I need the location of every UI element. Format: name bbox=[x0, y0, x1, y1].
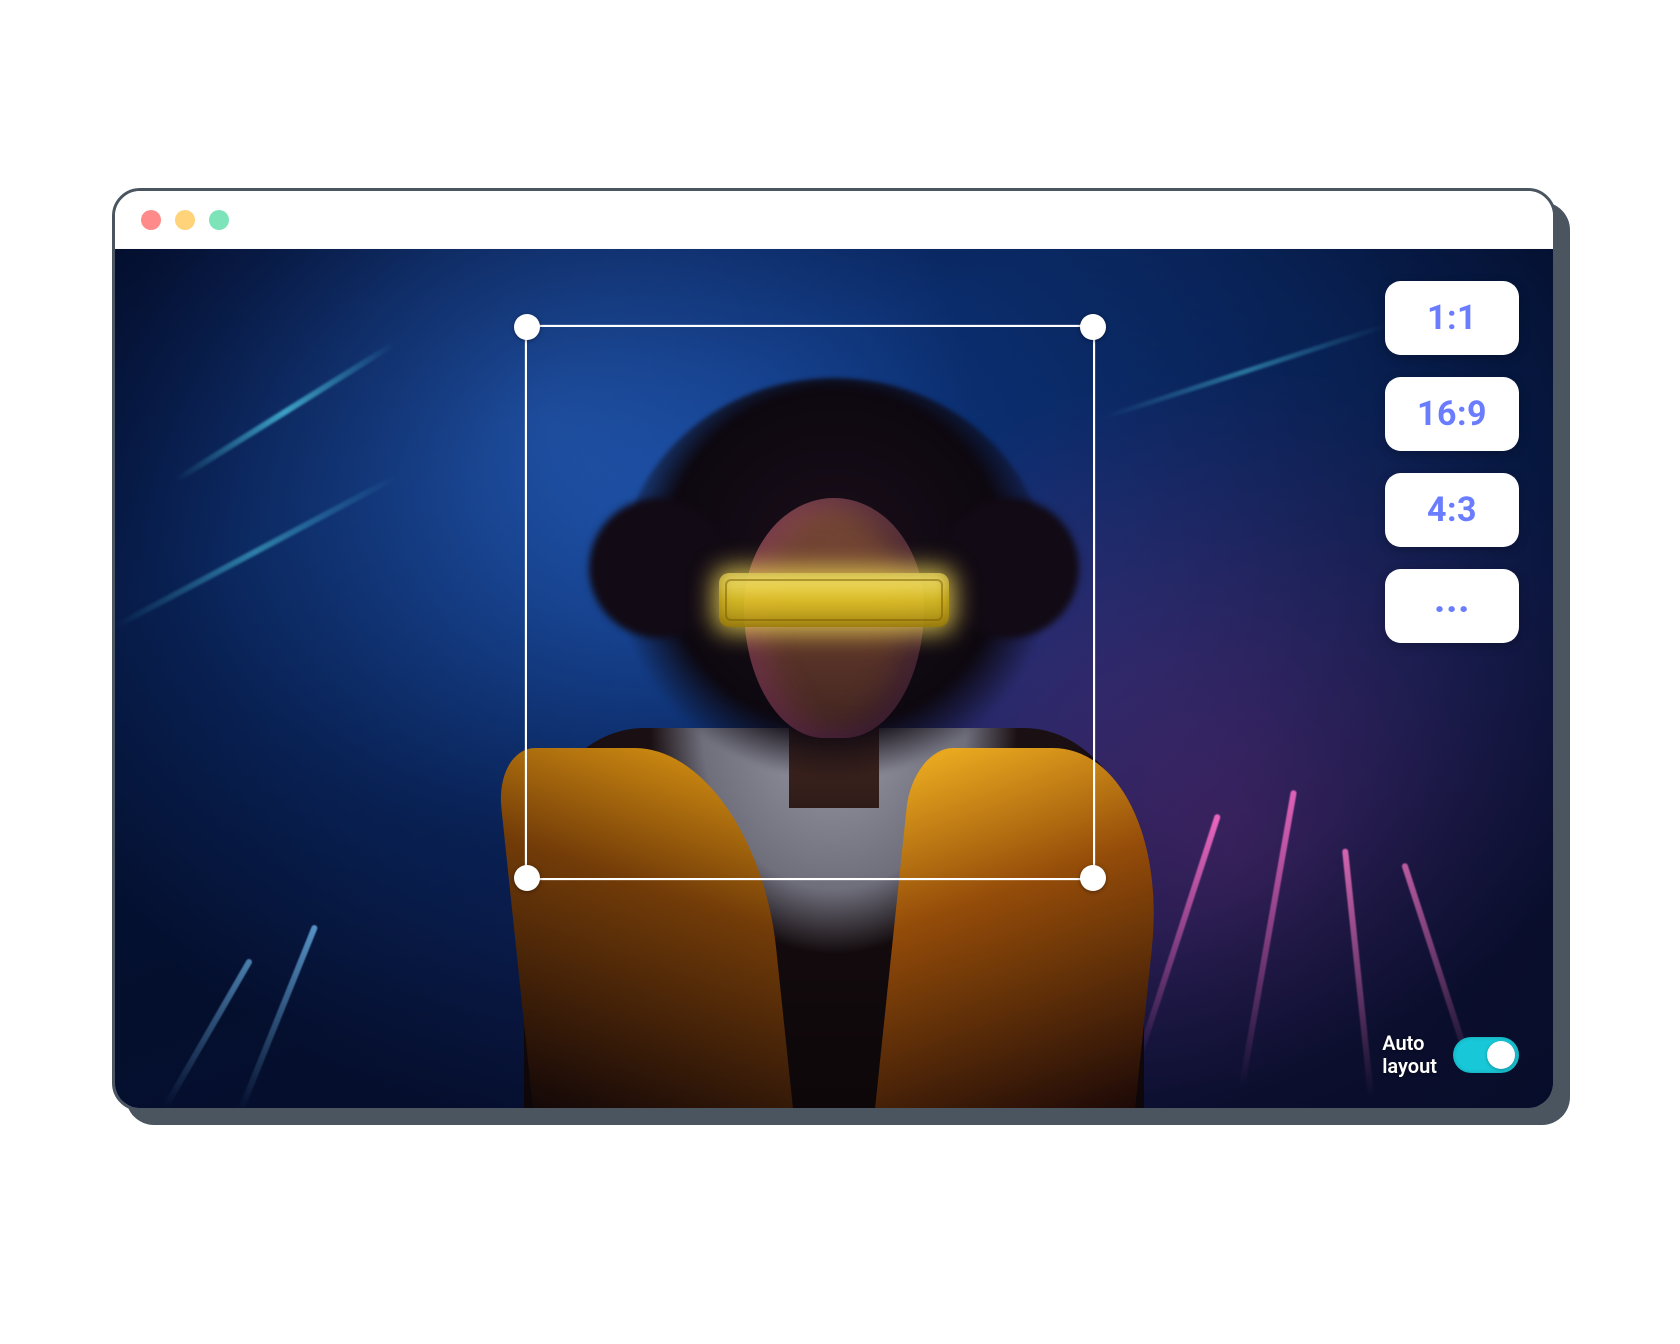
window-minimize-button[interactable] bbox=[175, 210, 195, 230]
decor-streak bbox=[173, 341, 397, 484]
window-zoom-button[interactable] bbox=[209, 210, 229, 230]
image-canvas[interactable]: 1:1 16:9 4:3 ... Auto layout bbox=[115, 249, 1553, 1108]
aspect-ratio-1-1[interactable]: 1:1 bbox=[1385, 281, 1519, 355]
crop-handle-bottom-right[interactable] bbox=[1080, 865, 1106, 891]
aspect-ratio-16-9[interactable]: 16:9 bbox=[1385, 377, 1519, 451]
window-close-button[interactable] bbox=[141, 210, 161, 230]
auto-layout-label: Auto layout bbox=[1382, 1032, 1437, 1078]
aspect-ratio-panel: 1:1 16:9 4:3 ... bbox=[1385, 281, 1519, 643]
decor-spike bbox=[163, 958, 253, 1108]
app-window: 1:1 16:9 4:3 ... Auto layout bbox=[112, 188, 1556, 1111]
crop-frame[interactable] bbox=[525, 325, 1095, 880]
crop-handle-top-right[interactable] bbox=[1080, 314, 1106, 340]
aspect-ratio-4-3[interactable]: 4:3 bbox=[1385, 473, 1519, 547]
decor-spike bbox=[238, 924, 318, 1108]
window-titlebar bbox=[115, 191, 1553, 249]
aspect-ratio-more[interactable]: ... bbox=[1385, 569, 1519, 643]
auto-layout-toggle[interactable] bbox=[1453, 1037, 1519, 1073]
decor-spike bbox=[1342, 848, 1374, 1097]
crop-handle-top-left[interactable] bbox=[514, 314, 540, 340]
decor-streak bbox=[115, 474, 398, 630]
toggle-knob bbox=[1487, 1041, 1515, 1069]
crop-handle-bottom-left[interactable] bbox=[514, 865, 540, 891]
decor-spike bbox=[1239, 790, 1297, 1086]
auto-layout-control: Auto layout bbox=[1382, 1032, 1519, 1078]
